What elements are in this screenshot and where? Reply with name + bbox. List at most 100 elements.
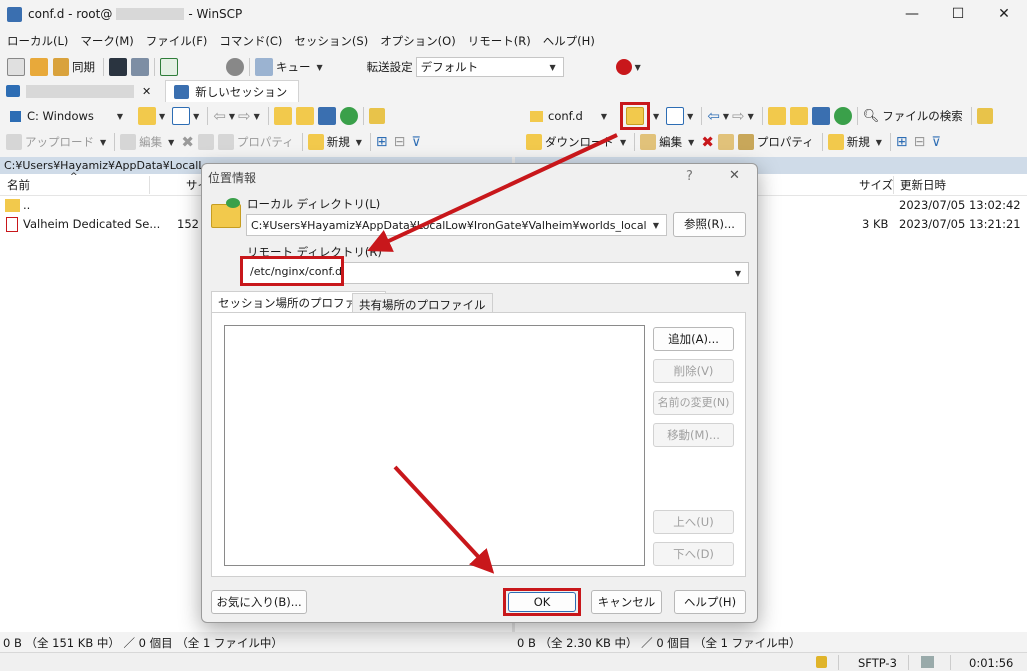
rename-icon[interactable] — [717, 134, 734, 150]
root-directory-icon[interactable] — [789, 107, 808, 125]
move-up-button[interactable]: 上へ(U) — [653, 510, 734, 534]
minus-icon[interactable]: ⊟ — [914, 134, 926, 150]
parent-directory-icon[interactable] — [767, 107, 786, 125]
local-col-name[interactable]: 名前 — [7, 177, 30, 193]
root-directory-icon[interactable] — [295, 107, 314, 125]
help-icon[interactable]: ? — [686, 169, 693, 184]
chevron-down-icon[interactable]: ▼ — [687, 112, 693, 121]
sync-button[interactable]: 同期 — [72, 59, 95, 75]
local-new-button[interactable]: 新規 — [327, 134, 350, 150]
chevron-down-icon[interactable]: ▼ — [723, 112, 729, 121]
tree-view-icon[interactable] — [976, 108, 993, 124]
upload-button[interactable]: アップロード — [25, 134, 94, 150]
chevron-down-icon[interactable]: ▼ — [317, 63, 323, 72]
remote-folder-select[interactable]: conf.d ▼ — [526, 105, 614, 127]
local-remote-icon[interactable] — [7, 58, 25, 76]
remote-col-size[interactable]: サイズ — [859, 177, 893, 193]
local-properties-button[interactable]: プロパティ — [237, 134, 294, 150]
filter-icon[interactable] — [172, 107, 191, 125]
menu-options[interactable]: オプション(O) — [380, 33, 456, 49]
menu-mark[interactable]: マーク(M) — [80, 33, 133, 49]
cancel-button[interactable]: キャンセル — [591, 590, 662, 614]
local-directory-input[interactable]: C:¥Users¥Hayamiz¥AppData¥LocalLow¥IronGa… — [246, 214, 667, 236]
find-files-button[interactable]: ファイルの検索 — [882, 108, 963, 124]
properties-icon[interactable] — [737, 134, 754, 150]
menu-session[interactable]: セッション(S) — [294, 33, 368, 49]
chevron-down-icon[interactable]: ▼ — [620, 138, 626, 147]
filter-select-icon[interactable]: ⊽ — [931, 135, 941, 150]
back-arrow-icon[interactable]: ⇦ — [707, 107, 720, 125]
forward-arrow-icon[interactable]: ⇨ — [238, 107, 251, 125]
properties-icon[interactable] — [217, 134, 234, 150]
chevron-down-icon[interactable]: ▼ — [193, 112, 199, 121]
putty-icon[interactable] — [131, 58, 149, 76]
rename-button[interactable]: 名前の変更(N) — [653, 391, 734, 415]
home-icon[interactable] — [317, 107, 336, 125]
plus-icon[interactable]: ⊞ — [376, 134, 388, 150]
synchronize-icon[interactable] — [30, 58, 48, 76]
new-session-tab[interactable]: 新しいセッション — [165, 80, 300, 102]
chevron-down-icon[interactable]: ▼ — [100, 138, 106, 147]
sync-browse-icon[interactable] — [53, 58, 69, 76]
chevron-down-icon[interactable]: ▼ — [356, 138, 362, 147]
local-drive-select[interactable]: C: Windows ▼ — [6, 105, 130, 127]
new-icon[interactable] — [827, 134, 844, 150]
chevron-down-icon[interactable]: ▼ — [254, 112, 260, 121]
refresh-icon[interactable] — [339, 107, 358, 125]
parent-directory-icon[interactable] — [273, 107, 292, 125]
refresh-icon[interactable] — [833, 107, 852, 125]
remote-new-button[interactable]: 新規 — [847, 134, 870, 150]
upload-icon[interactable] — [6, 134, 22, 150]
terminal-icon[interactable] — [109, 58, 127, 76]
menu-help[interactable]: ヘルプ(H) — [543, 33, 595, 49]
session-tab-current[interactable]: ✕ — [6, 80, 151, 102]
download-button[interactable]: ダウンロード — [545, 134, 614, 150]
favorites-button[interactable]: お気に入り(B)... — [211, 590, 307, 614]
chevron-down-icon[interactable]: ▼ — [229, 112, 235, 121]
menu-local[interactable]: ローカル(L) — [7, 33, 68, 49]
minimize-button[interactable]: — — [889, 0, 935, 30]
chevron-down-icon[interactable]: ▼ — [688, 138, 694, 147]
preferences-icon[interactable] — [160, 58, 178, 76]
back-arrow-icon[interactable]: ⇦ — [213, 107, 226, 125]
column-divider[interactable] — [893, 176, 894, 194]
open-folder-icon[interactable] — [138, 107, 156, 125]
edit-icon[interactable] — [120, 134, 137, 150]
maximize-button[interactable]: ☐ — [935, 0, 981, 30]
move-down-button[interactable]: 下へ(D) — [653, 542, 734, 566]
delete-button[interactable]: 削除(V) — [653, 359, 734, 383]
home-icon[interactable] — [811, 107, 830, 125]
chevron-down-icon[interactable]: ▼ — [653, 112, 659, 121]
new-icon[interactable] — [307, 134, 324, 150]
remote-edit-button[interactable]: 編集 — [659, 134, 682, 150]
rename-icon[interactable] — [197, 134, 214, 150]
forward-arrow-icon[interactable]: ⇨ — [732, 107, 745, 125]
profile-list[interactable] — [224, 325, 645, 566]
find-files-icon[interactable]: 🔍︎ — [863, 109, 880, 124]
delete-icon[interactable]: ✖ — [181, 133, 194, 151]
gear-icon[interactable] — [226, 58, 244, 76]
menu-file[interactable]: ファイル(F) — [146, 33, 208, 49]
reconnect-icon[interactable] — [615, 59, 632, 75]
download-icon[interactable] — [526, 134, 542, 150]
minus-icon[interactable]: ⊟ — [394, 134, 406, 150]
local-edit-button[interactable]: 編集 — [139, 134, 162, 150]
open-directory-button[interactable] — [620, 102, 650, 130]
queue-button[interactable]: キュー — [276, 59, 311, 75]
remote-col-modified[interactable]: 更新日時 — [900, 177, 946, 193]
edit-icon[interactable] — [640, 134, 657, 150]
close-button[interactable]: ✕ — [981, 0, 1027, 30]
chevron-down-icon[interactable]: ▼ — [748, 112, 754, 121]
menu-remote[interactable]: リモート(R) — [468, 33, 531, 49]
chevron-down-icon[interactable]: ▼ — [635, 63, 641, 72]
browse-button[interactable]: 参照(R)... — [673, 212, 746, 237]
remote-properties-button[interactable]: プロパティ — [757, 134, 814, 150]
help-button[interactable]: ヘルプ(H) — [674, 590, 746, 614]
plus-icon[interactable]: ⊞ — [896, 134, 908, 150]
menu-command[interactable]: コマンド(C) — [219, 33, 282, 49]
tree-view-icon[interactable] — [368, 108, 385, 124]
chevron-down-icon[interactable]: ▼ — [159, 112, 165, 121]
tab-shared-profiles[interactable]: 共有場所のプロファイル — [352, 293, 493, 313]
delete-icon[interactable]: ✖ — [701, 133, 714, 151]
filter-icon[interactable] — [666, 107, 685, 125]
